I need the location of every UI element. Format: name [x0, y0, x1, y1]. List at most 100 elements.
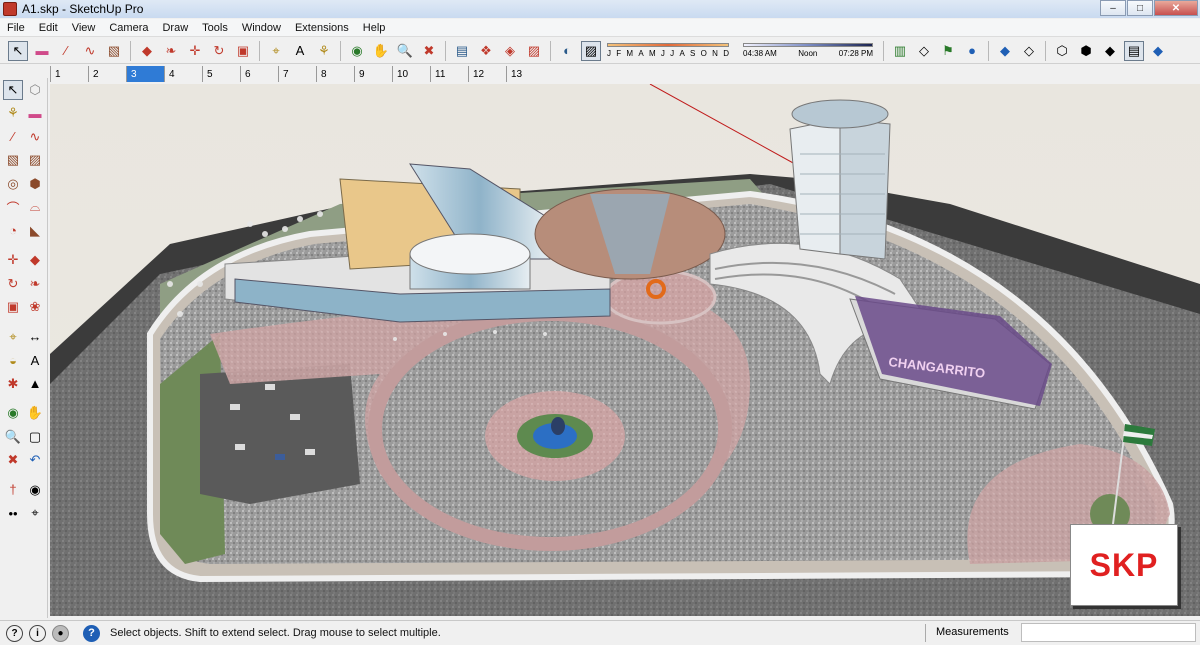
scene-tab-13[interactable]: 13	[506, 66, 544, 82]
geo-location-icon[interactable]: ●	[962, 41, 982, 61]
tape-measure-icon[interactable]: ⌖	[3, 327, 23, 347]
menu-edit[interactable]: Edit	[32, 22, 65, 34]
month-slider-track[interactable]	[607, 43, 729, 47]
scene-tab-4[interactable]: 4	[164, 66, 202, 82]
zoom-extents-tool-icon[interactable]: ✖	[419, 41, 439, 61]
shaded-style-icon[interactable]: ▤	[1124, 40, 1144, 61]
push-pull-icon[interactable]: ◆	[25, 250, 45, 270]
menu-window[interactable]: Window	[235, 22, 288, 34]
pan-tool-icon[interactable]: ✋	[371, 41, 391, 61]
zoom-window-icon[interactable]: ▢	[25, 427, 45, 447]
move-tool-icon[interactable]: ✛	[185, 41, 205, 61]
orbit-tool-icon[interactable]: ◉	[347, 41, 367, 61]
line-tool-icon[interactable]: ∕	[56, 41, 76, 61]
move-icon[interactable]: ✛	[3, 250, 23, 270]
pie-icon[interactable]: ◣	[25, 221, 45, 241]
menu-view[interactable]: View	[65, 22, 103, 34]
geolocation-status-icon[interactable]: ?	[6, 624, 23, 642]
scale-tool-icon[interactable]: ▣	[233, 41, 253, 61]
axes-icon[interactable]: ✱	[3, 374, 23, 394]
time-slider-track[interactable]	[743, 43, 873, 47]
top-view-icon[interactable]: ◇	[1019, 41, 1039, 61]
freehand-icon[interactable]: ∿	[25, 127, 45, 147]
add-location-icon[interactable]: ⚑	[938, 41, 958, 61]
select-tool-icon[interactable]: ↖	[8, 40, 28, 61]
scene-tab-10[interactable]: 10	[392, 66, 430, 82]
menu-draw[interactable]: Draw	[155, 22, 195, 34]
tape-measure-tool-icon[interactable]: ⌖	[266, 41, 286, 61]
scene-tab-8[interactable]: 8	[316, 66, 354, 82]
layout-icon[interactable]: ▨	[524, 41, 544, 61]
wireframe-style-icon[interactable]: ⬢	[1076, 41, 1096, 61]
3d-text-icon[interactable]: ▲	[25, 374, 45, 394]
hidden-line-style-icon[interactable]: ◆	[1100, 41, 1120, 61]
credits-status-icon[interactable]: i	[29, 624, 46, 642]
zoom-tool-icon[interactable]: 🔍	[395, 41, 415, 61]
protractor-icon[interactable]: ◒	[3, 350, 23, 370]
shadow-date-slider[interactable]: J F M A M J J A S O N D	[607, 43, 729, 58]
scene-tab-9[interactable]: 9	[354, 66, 392, 82]
circle-icon[interactable]: ◎	[3, 174, 23, 194]
scene-tab-7[interactable]: 7	[278, 66, 316, 82]
scale-icon[interactable]: ▣	[3, 297, 23, 317]
offset-icon[interactable]: ❀	[25, 297, 45, 317]
pan-icon[interactable]: ✋	[25, 403, 45, 423]
follow-me-icon[interactable]: ❧	[25, 274, 45, 294]
scene-tab-2[interactable]: 2	[88, 66, 126, 82]
menu-tools[interactable]: Tools	[195, 22, 235, 34]
rectangle-tool-icon[interactable]: ▧	[104, 41, 124, 61]
freehand-tool-icon[interactable]: ∿	[80, 41, 100, 61]
xray-style-icon[interactable]: ⬡	[1052, 41, 1072, 61]
iso-view-icon[interactable]: ◆	[995, 41, 1015, 61]
rotate-icon[interactable]: ↻	[3, 274, 23, 294]
scene-tab-12[interactable]: 12	[468, 66, 506, 82]
measurements-input[interactable]	[1021, 623, 1196, 642]
minimize-button[interactable]: –	[1100, 0, 1126, 16]
scene-tab-1[interactable]: 1	[50, 66, 88, 82]
help-icon[interactable]: ?	[83, 624, 100, 642]
zoom-icon[interactable]: 🔍	[3, 427, 23, 447]
display-fog-icon[interactable]: ▨	[581, 40, 601, 61]
warehouse-icon[interactable]: ▤	[452, 41, 472, 61]
extension-warehouse-icon[interactable]: ◈	[500, 41, 520, 61]
two-point-arc-icon[interactable]: ⌓	[25, 197, 45, 217]
section-display-icon[interactable]: ◇	[914, 41, 934, 61]
textured-style-icon[interactable]: ◆	[1148, 41, 1168, 61]
scene-tab-11[interactable]: 11	[430, 66, 468, 82]
make-component-icon[interactable]: ⬡	[25, 80, 45, 100]
menu-file[interactable]: File	[0, 22, 32, 34]
follow-me-tool-icon[interactable]: ❧	[161, 41, 181, 61]
paint-bucket-tool-icon[interactable]: ⚘	[314, 41, 334, 61]
menu-help[interactable]: Help	[356, 22, 393, 34]
dimension-icon[interactable]: ↔	[25, 327, 45, 347]
orbit-icon[interactable]: ◉	[3, 403, 23, 423]
push-pull-tool-icon[interactable]: ◆	[137, 41, 157, 61]
shadow-time-slider[interactable]: 04:38 AM Noon 07:28 PM	[743, 43, 873, 58]
section-plane-icon[interactable]: ▥	[890, 41, 910, 61]
polygon-icon[interactable]: ⬢	[25, 174, 45, 194]
eraser-icon[interactable]: ▬	[25, 103, 45, 123]
menu-camera[interactable]: Camera	[102, 22, 155, 34]
line-icon[interactable]: ∕	[3, 127, 23, 147]
close-button[interactable]: ✕	[1154, 0, 1198, 16]
scene-tab-6[interactable]: 6	[240, 66, 278, 82]
select-icon[interactable]: ↖	[3, 79, 23, 100]
scene-tab-5[interactable]: 5	[202, 66, 240, 82]
text-tool-icon[interactable]: A	[290, 41, 310, 61]
menu-extensions[interactable]: Extensions	[288, 22, 356, 34]
position-camera-icon[interactable]: †	[3, 480, 23, 500]
components-icon[interactable]: ❖	[476, 41, 496, 61]
eraser-tool-icon[interactable]: ▬	[32, 41, 52, 61]
paint-bucket-icon[interactable]: ⚘	[3, 103, 23, 123]
look-around-icon[interactable]: ◉	[25, 480, 45, 500]
text-icon[interactable]: A	[25, 350, 45, 370]
rotate-tool-icon[interactable]: ↻	[209, 41, 229, 61]
user-account-icon[interactable]: ●	[52, 624, 69, 642]
section-plane-icon[interactable]: ⌖	[25, 503, 45, 523]
arc-icon[interactable]: ⌒	[3, 197, 23, 217]
scene-tab-3[interactable]: 3	[126, 66, 164, 82]
maximize-button[interactable]: □	[1127, 0, 1153, 16]
rotated-rectangle-icon[interactable]: ▨	[25, 150, 45, 170]
walk-icon[interactable]: ••	[3, 503, 23, 523]
model-scene[interactable]: CHANGARRITO	[50, 84, 1200, 616]
